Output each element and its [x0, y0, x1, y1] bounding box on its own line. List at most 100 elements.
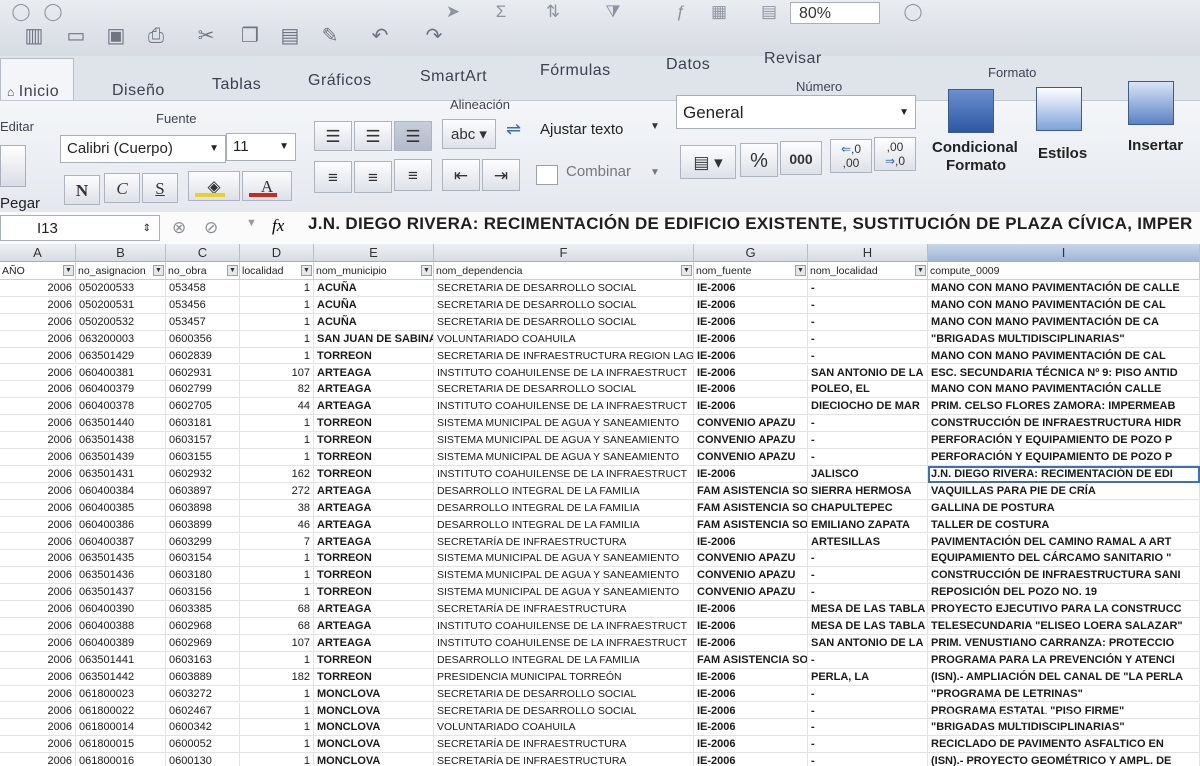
header-cell-localidad[interactable]: localidad ▼	[240, 262, 314, 280]
header-cell-no-obra[interactable]: no_obra ▼	[166, 262, 240, 280]
cell-d[interactable]: 1	[240, 432, 314, 449]
cell-e[interactable]: TORREON	[314, 651, 434, 669]
copy-icon[interactable]: ❐	[236, 24, 264, 48]
cell-d[interactable]: 7	[240, 533, 314, 551]
cell-b[interactable]: 050200532	[76, 313, 166, 331]
wrap-dropdown-icon[interactable]: ▼	[650, 121, 660, 132]
filter-dropdown-icon[interactable]: ▼	[915, 265, 926, 276]
cell-c[interactable]: 0603154	[166, 550, 240, 568]
cell-e[interactable]: MONCLOVA	[314, 719, 434, 737]
cell-c[interactable]: 053457	[166, 313, 240, 331]
cell-c[interactable]: 0602932	[166, 465, 240, 483]
cell-a[interactable]: 2006	[0, 381, 76, 399]
cell-c[interactable]: 0603156	[166, 584, 240, 602]
cell-g[interactable]: FAM ASISTENCIA SO	[694, 651, 808, 669]
column-header-c[interactable]: C	[166, 244, 240, 262]
cell-d[interactable]: 38	[240, 499, 314, 517]
cell-h[interactable]: -	[808, 330, 928, 348]
cell-f[interactable]: VOLUNTARIADO COAHUILA	[434, 719, 694, 737]
cell-b[interactable]: 061800015	[76, 736, 166, 754]
cell-h[interactable]: -	[808, 313, 928, 331]
cell-e[interactable]: TORREON	[314, 432, 434, 449]
cell-g[interactable]: IE-2006	[694, 465, 808, 483]
cell-c[interactable]: 0602931	[166, 364, 240, 382]
cell-f[interactable]: INSTITUTO COAHUILENSE DE LA INFRAESTRUCT	[434, 634, 694, 652]
cell-c[interactable]: 0600130	[166, 753, 240, 766]
cell-b[interactable]: 063501438	[76, 432, 166, 449]
cell-a[interactable]: 2006	[0, 550, 76, 568]
cell-f[interactable]: DESARROLLO INTEGRAL DE LA FAMILIA	[434, 516, 694, 534]
cell-a[interactable]: 2006	[0, 567, 76, 585]
tab-tablas[interactable]: Tablas	[212, 76, 261, 94]
cell-b[interactable]: 060400390	[76, 601, 166, 618]
cell-i[interactable]: TALLER DE COSTURA	[928, 516, 1200, 534]
cell-f[interactable]: INSTITUTO COAHUILENSE DE LA INFRAESTRUCT	[434, 618, 694, 635]
number-format-select[interactable]: General ▼	[676, 95, 916, 129]
cell-e[interactable]: ARTEAGA	[314, 516, 434, 534]
align-middle-button[interactable]: ☰	[354, 121, 392, 151]
cell-g[interactable]: IE-2006	[694, 618, 808, 635]
cell-h[interactable]: -	[808, 432, 928, 449]
cell-i[interactable]: "BRIGADAS MULTIDISCIPLINARIAS"	[928, 330, 1200, 348]
cell-b[interactable]: 063501435	[76, 550, 166, 568]
filter-dropdown-icon[interactable]: ▼	[301, 265, 312, 276]
cell-e[interactable]: TORREON	[314, 668, 434, 686]
cell-d[interactable]: 68	[240, 618, 314, 635]
cell-i[interactable]: PAVIMENTACIÓN DEL CAMINO RAMAL A ART	[928, 533, 1200, 551]
cell-d[interactable]: 82	[240, 381, 314, 399]
cell-g[interactable]: IE-2006	[694, 313, 808, 331]
cell-d[interactable]: 1	[240, 296, 314, 314]
align-bottom-button[interactable]: ☰	[394, 121, 432, 151]
orientation-button[interactable]: abc ▾	[442, 119, 496, 149]
cell-c[interactable]: 0603163	[166, 651, 240, 669]
cell-g[interactable]: IE-2006	[694, 736, 808, 754]
cell-g[interactable]: IE-2006	[694, 719, 808, 737]
column-header-f[interactable]: F	[434, 244, 694, 262]
cell-i[interactable]: CONSTRUCCIÓN DE INFRAESTRUCTURA HIDR	[928, 415, 1200, 433]
merge-dropdown-icon[interactable]: ▼	[650, 167, 660, 178]
cell-f[interactable]: SISTEMA MUNICIPAL DE AGUA Y SANEAMIENTO	[434, 415, 694, 433]
cell-b[interactable]: 061800023	[76, 685, 166, 703]
cell-g[interactable]: CONVENIO APAZU	[694, 415, 808, 433]
column-header-b[interactable]: B	[76, 244, 166, 262]
cell-h[interactable]: JALISCO	[808, 465, 928, 483]
cell-b[interactable]: 060400385	[76, 499, 166, 517]
cell-g[interactable]: FAM ASISTENCIA SO	[694, 499, 808, 517]
cell-g[interactable]: CONVENIO APAZU	[694, 567, 808, 585]
cell-a[interactable]: 2006	[0, 482, 76, 500]
toolbox-icon[interactable]: ▤	[756, 2, 782, 22]
cell-d[interactable]: 1	[240, 415, 314, 433]
cell-g[interactable]: IE-2006	[694, 668, 808, 686]
cell-e[interactable]: ARTEAGA	[314, 601, 434, 618]
align-center-button[interactable]: ≡	[354, 161, 392, 193]
cell-e[interactable]: SAN JUAN DE SABINAS	[314, 330, 434, 348]
tab-diseno[interactable]: Diseño	[112, 82, 165, 100]
cell-b[interactable]: 063501442	[76, 668, 166, 686]
cell-i[interactable]: MANO CON MANO PAVIMENTACIÓN DE CALLE	[928, 280, 1200, 297]
column-header-d[interactable]: D	[240, 244, 314, 262]
cell-f[interactable]: PRESIDENCIA MUNICIPAL TORREÓN	[434, 668, 694, 686]
cell-b[interactable]: 060400381	[76, 364, 166, 382]
print-icon[interactable]: ⎙	[142, 24, 170, 48]
cell-f[interactable]: SECRETARÍA DE INFRAESTRUCTURA	[434, 753, 694, 766]
cell-d[interactable]: 1	[240, 702, 314, 720]
cell-i[interactable]: (ISN).- AMPLIACIÓN DEL CANAL DE "LA PERL…	[928, 668, 1200, 686]
header-cell-nom-municipio[interactable]: nom_municipio ▼	[314, 262, 434, 280]
cell-b[interactable]: 060400379	[76, 381, 166, 399]
header-cell-a-o[interactable]: AÑO ▼	[0, 262, 76, 280]
cell-i[interactable]: (ISN).- PROYECTO GEOMÉTRICO Y AMPL. DE	[928, 753, 1200, 766]
decrease-decimal-button[interactable]: ,00 ⇒,0	[874, 137, 916, 171]
cell-d[interactable]: 1	[240, 736, 314, 754]
cell-f[interactable]: DESARROLLO INTEGRAL DE LA FAMILIA	[434, 651, 694, 669]
cell-b[interactable]: 050200531	[76, 296, 166, 314]
filter-dropdown-icon[interactable]: ▼	[421, 265, 432, 276]
cell-b[interactable]: 063501437	[76, 584, 166, 602]
cell-f[interactable]: SECRETARIA DE INFRAESTRUCTURA REGION LAG	[434, 347, 694, 365]
cell-e[interactable]: ACUÑA	[314, 313, 434, 331]
cell-d[interactable]: 107	[240, 364, 314, 382]
filter-icon[interactable]: ⧩	[600, 2, 626, 22]
cell-i[interactable]: MANO CON MANO PAVIMENTACIÓN CALLE	[928, 381, 1200, 399]
header-cell-nom-fuente[interactable]: nom_fuente ▼	[694, 262, 808, 280]
cell-a[interactable]: 2006	[0, 313, 76, 331]
formula-input[interactable]: J.N. DIEGO RIVERA: RECIMENTACIÓN DE EDIF…	[308, 214, 1193, 234]
